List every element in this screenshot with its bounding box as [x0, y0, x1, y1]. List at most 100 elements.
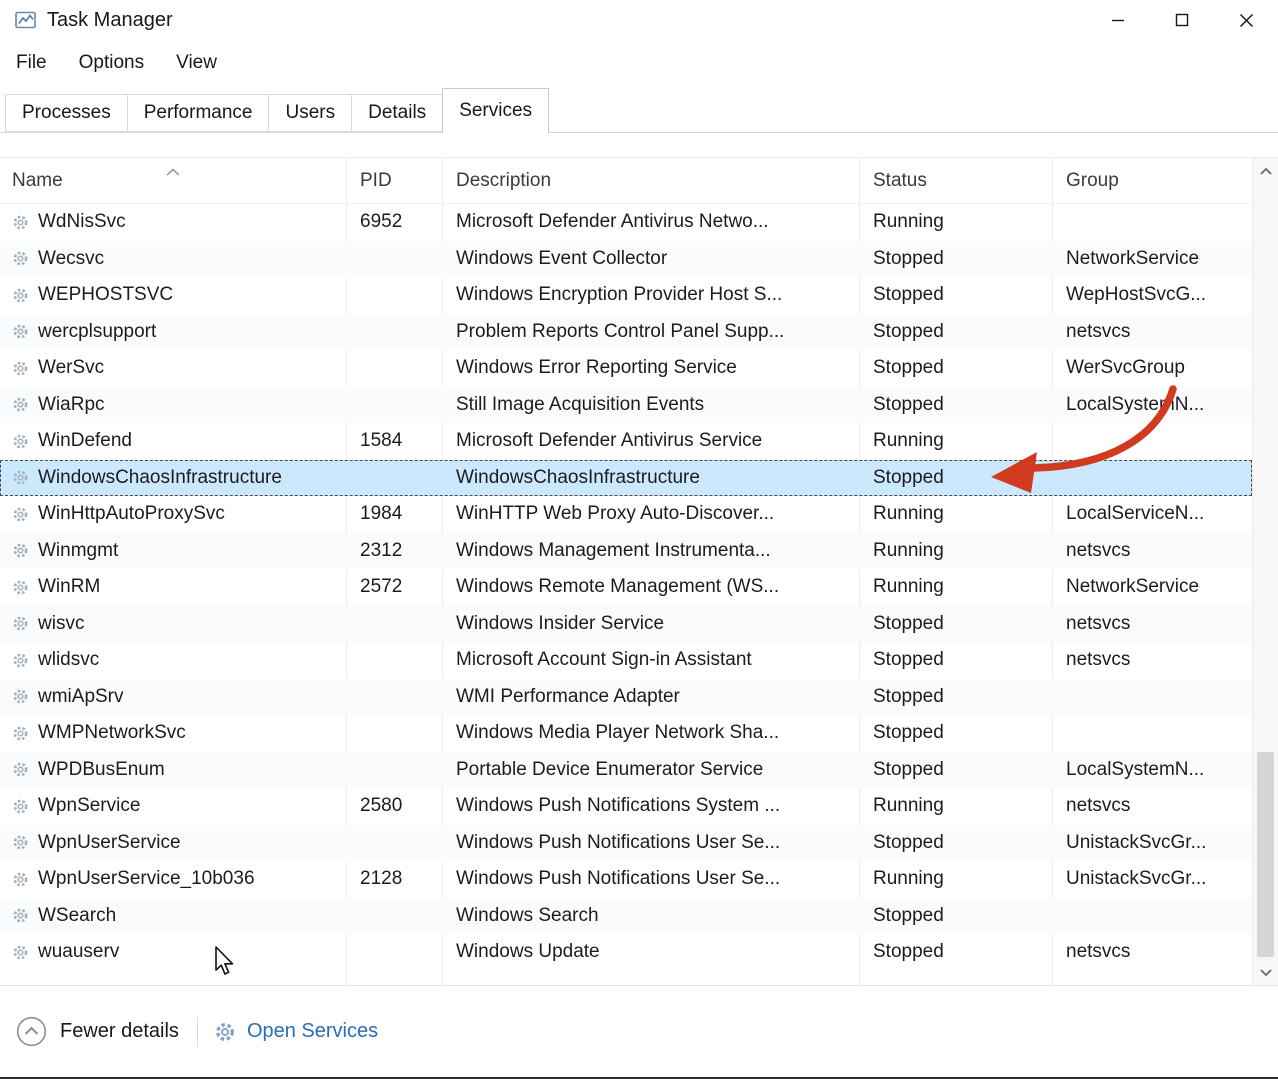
service-status: Stopped — [860, 905, 1053, 927]
service-group: UnistackSvcGr... — [1053, 832, 1252, 854]
service-status: Stopped — [860, 722, 1053, 744]
service-description: Windows Search — [443, 905, 860, 927]
service-status: Stopped — [860, 321, 1053, 343]
maximize-button[interactable] — [1150, 0, 1214, 40]
service-gear-icon — [12, 579, 29, 596]
service-table-row[interactable]: wmiApSrv WMI Performance Adapter Stopped — [0, 679, 1252, 716]
service-table-row[interactable]: wisvc Windows Insider Service Stopped ne… — [0, 606, 1252, 643]
column-header-description[interactable]: Description — [443, 170, 860, 192]
service-description: Microsoft Defender Antivirus Service — [443, 430, 860, 452]
service-status: Stopped — [860, 248, 1053, 270]
service-status: Stopped — [860, 357, 1053, 379]
service-table-row[interactable]: WPDBusEnum Portable Device Enumerator Se… — [0, 752, 1252, 789]
tab-strip: Processes Performance Users Details Serv… — [0, 86, 1278, 133]
window-title: Task Manager — [47, 9, 173, 32]
service-name: WdNisSvc — [38, 211, 126, 233]
scrollbar-thumb[interactable] — [1257, 752, 1274, 957]
service-table-row[interactable]: WpnUserService_10b036 2128 Windows Push … — [0, 861, 1252, 898]
services-gear-icon — [214, 1021, 236, 1043]
service-table-row[interactable]: wlidsvc Microsoft Account Sign-in Assist… — [0, 642, 1252, 679]
service-gear-icon — [12, 725, 29, 742]
fewer-details-button[interactable]: Fewer details — [16, 1016, 179, 1047]
scrollbar-down-button[interactable] — [1253, 959, 1278, 985]
service-status: Running — [860, 211, 1053, 233]
service-pid: 1584 — [347, 430, 443, 452]
service-gear-icon — [12, 761, 29, 778]
service-status: Stopped — [860, 284, 1053, 306]
service-pid: 2128 — [347, 868, 443, 890]
chevron-up-circle-icon — [16, 1016, 47, 1047]
service-table-row[interactable]: WEPHOSTSVC Windows Encryption Provider H… — [0, 277, 1252, 314]
services-table: Name PID Description Status Group WdNisS… — [0, 157, 1278, 985]
service-description: Windows Insider Service — [443, 613, 860, 635]
service-table-row[interactable]: WinHttpAutoProxySvc 1984 WinHTTP Web Pro… — [0, 496, 1252, 533]
menu-view[interactable]: View — [174, 48, 219, 78]
service-table-row[interactable]: WpnService 2580 Windows Push Notificatio… — [0, 788, 1252, 825]
column-header-group[interactable]: Group — [1053, 170, 1252, 192]
service-table-row[interactable]: WpnUserService Windows Push Notification… — [0, 825, 1252, 862]
service-group: netsvcs — [1053, 613, 1252, 635]
service-status: Stopped — [860, 832, 1053, 854]
service-table-row[interactable]: wuauserv Windows Update Stopped netsvcs — [0, 934, 1252, 971]
service-table-row[interactable]: WSearch Windows Search Stopped — [0, 898, 1252, 935]
service-group: netsvcs — [1053, 795, 1252, 817]
menu-file[interactable]: File — [14, 48, 49, 78]
service-group: LocalServiceN... — [1053, 503, 1252, 525]
column-header-pid[interactable]: PID — [347, 170, 443, 192]
service-name: wercplsupport — [38, 321, 156, 343]
close-button[interactable] — [1214, 0, 1278, 40]
service-description: Microsoft Defender Antivirus Netwo... — [443, 211, 860, 233]
service-description: WinHTTP Web Proxy Auto-Discover... — [443, 503, 860, 525]
service-table-row[interactable]: WerSvc Windows Error Reporting Service S… — [0, 350, 1252, 387]
service-table-row[interactable]: WinRM 2572 Windows Remote Management (WS… — [0, 569, 1252, 606]
tab-performance[interactable]: Performance — [127, 94, 270, 132]
service-group: LocalSystemN... — [1053, 394, 1252, 416]
service-gear-icon — [12, 323, 29, 340]
service-name: WpnUserService — [38, 832, 181, 854]
task-manager-window: Task Manager File Options View Processes… — [0, 0, 1278, 1079]
service-table-row[interactable]: Winmgmt 2312 Windows Management Instrume… — [0, 533, 1252, 570]
service-name: WPDBusEnum — [38, 759, 165, 781]
service-table-row[interactable]: WiaRpc Still Image Acquisition Events St… — [0, 387, 1252, 424]
service-gear-icon — [12, 469, 29, 486]
footer-bar: Fewer details Open Services — [0, 985, 1278, 1077]
service-description: Windows Push Notifications User Se... — [443, 832, 860, 854]
service-table-row[interactable]: WindowsChaosInfrastructure WindowsChaosI… — [0, 460, 1252, 497]
column-header-status[interactable]: Status — [860, 170, 1053, 192]
service-status: Stopped — [860, 759, 1053, 781]
service-table-row[interactable]: WinDefend 1584 Microsoft Defender Antivi… — [0, 423, 1252, 460]
service-gear-icon — [12, 250, 29, 267]
service-group: netsvcs — [1053, 649, 1252, 671]
scrollbar[interactable] — [1252, 158, 1278, 985]
service-description: WindowsChaosInfrastructure — [443, 467, 860, 489]
service-table-row[interactable]: Wecsvc Windows Event Collector Stopped N… — [0, 241, 1252, 278]
window-controls — [1086, 0, 1278, 40]
service-status: Stopped — [860, 649, 1053, 671]
service-table-row[interactable]: wercplsupport Problem Reports Control Pa… — [0, 314, 1252, 351]
service-gear-icon — [12, 615, 29, 632]
tab-content-spacer — [0, 133, 1278, 157]
service-description: Windows Media Player Network Sha... — [443, 722, 860, 744]
title-bar: Task Manager — [0, 0, 1278, 40]
service-table-row[interactable]: WMPNetworkSvc Windows Media Player Netwo… — [0, 715, 1252, 752]
service-name: WpnUserService_10b036 — [38, 868, 255, 890]
minimize-button[interactable] — [1086, 0, 1150, 40]
service-name: WEPHOSTSVC — [38, 284, 173, 306]
service-gear-icon — [12, 506, 29, 523]
service-name: WMPNetworkSvc — [38, 722, 186, 744]
service-pid: 2580 — [347, 795, 443, 817]
service-name: WSearch — [38, 905, 116, 927]
open-services-link[interactable]: Open Services — [214, 1020, 378, 1043]
menu-options[interactable]: Options — [77, 48, 146, 78]
service-table-row[interactable]: WdNisSvc 6952 Microsoft Defender Antivir… — [0, 204, 1252, 241]
service-pid: 6952 — [347, 211, 443, 233]
service-status: Running — [860, 430, 1053, 452]
service-group: LocalSystemN... — [1053, 759, 1252, 781]
tab-processes[interactable]: Processes — [5, 94, 128, 132]
service-gear-icon — [12, 907, 29, 924]
tab-details[interactable]: Details — [351, 94, 443, 132]
tab-users[interactable]: Users — [268, 94, 352, 132]
tab-services[interactable]: Services — [442, 88, 549, 133]
scrollbar-up-button[interactable] — [1253, 158, 1278, 184]
service-gear-icon — [12, 287, 29, 304]
